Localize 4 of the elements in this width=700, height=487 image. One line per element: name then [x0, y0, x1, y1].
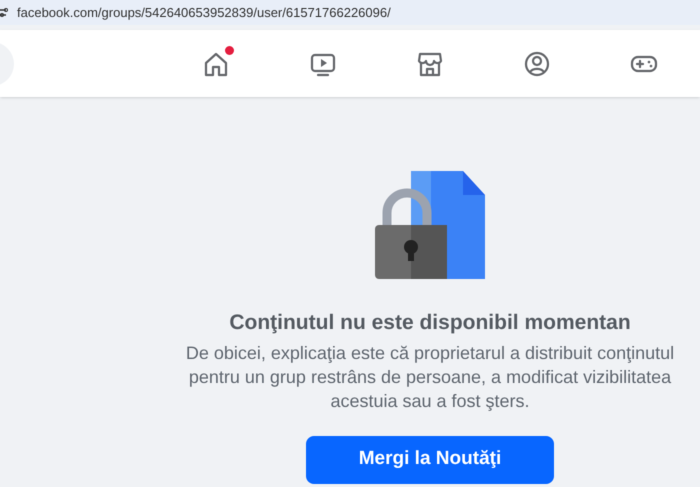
- message-body: De obicei, explicaţia este că proprietarul a distribuit conţinutul pentru un grup restrâns de persoane, a modificat vizibilitatea acestuia sau a fost şters.: [184, 342, 676, 412]
- site-info-icon[interactable]: [0, 8, 8, 18]
- go-to-news-feed-button[interactable]: Mergi la Noutăţi: [306, 436, 554, 484]
- message-title: Conţinutul nu este disponibil momentan: [229, 310, 631, 336]
